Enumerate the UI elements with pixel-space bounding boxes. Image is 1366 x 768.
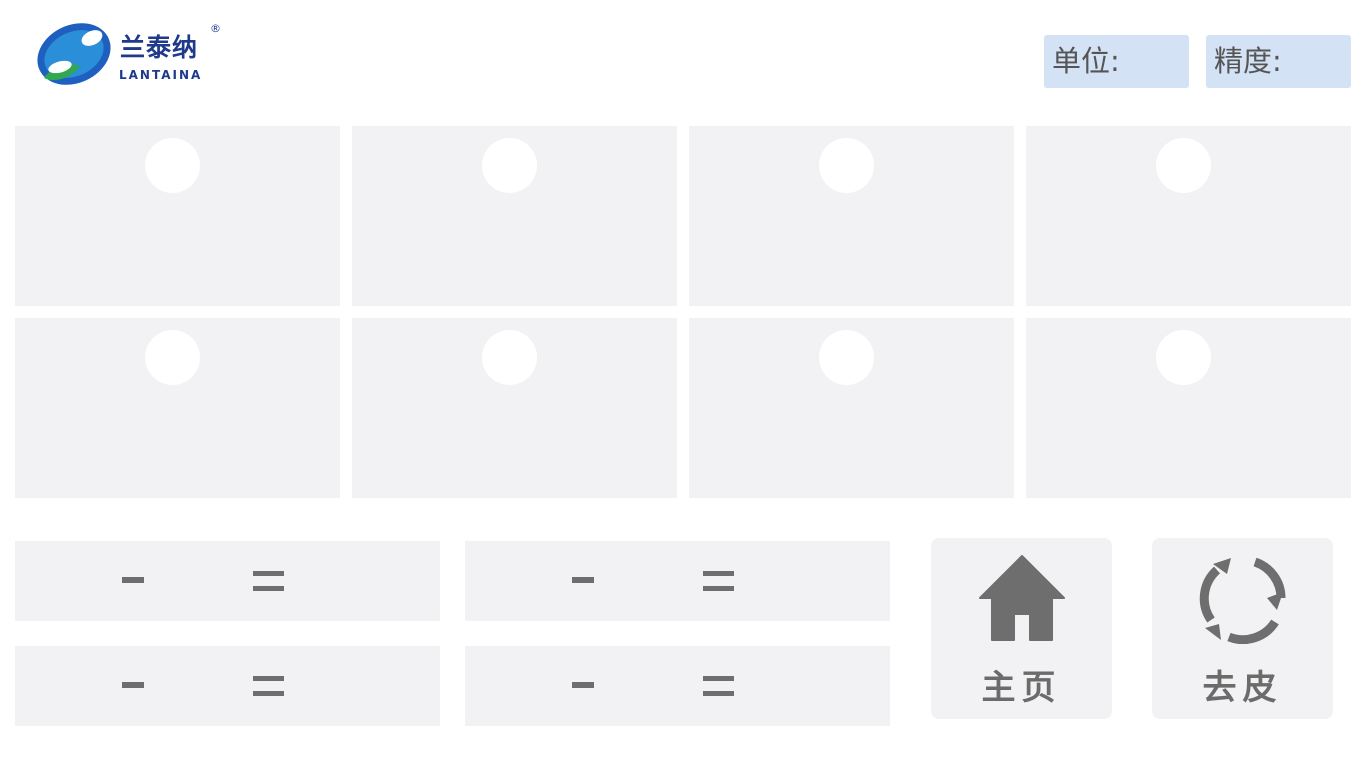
channel-cell-8[interactable] [1026,318,1351,498]
equation-row-2 [465,541,890,621]
status-indicator [482,138,537,193]
channel-cell-3[interactable] [689,126,1014,306]
status-indicator [1156,330,1211,385]
channel-cell-5[interactable] [15,318,340,498]
equals-icon [703,676,734,696]
equals-icon [253,571,284,591]
home-icon [979,555,1065,641]
channel-cell-7[interactable] [689,318,1014,498]
logo-emblem-icon [37,23,111,85]
minus-icon [572,577,594,583]
status-indicator [145,330,200,385]
home-button[interactable]: 主页 [931,538,1112,719]
logo-text-cn: 兰泰纳 [120,33,199,62]
home-button-label: 主页 [981,668,1062,708]
tare-button[interactable]: 去皮 [1152,538,1333,719]
equation-row-1 [15,541,440,621]
channel-cell-6[interactable] [352,318,677,498]
minus-icon [122,577,144,583]
channel-cell-4[interactable] [1026,126,1351,306]
registered-mark: ® [210,22,221,35]
logo-text-en: LANTAINA [119,68,203,82]
equation-row-3 [15,646,440,726]
status-indicator [145,138,200,193]
status-indicator [482,330,537,385]
equals-icon [253,676,284,696]
equation-row-4 [465,646,890,726]
status-indicator [819,330,874,385]
unit-display: 单位: [1044,35,1189,88]
status-indicator [1156,138,1211,193]
status-indicator [819,138,874,193]
minus-icon [122,682,144,688]
equals-icon [703,571,734,591]
channel-cell-1[interactable] [15,126,340,306]
brand-logo: 兰泰纳 ® LANTAINA [34,20,234,88]
channel-cell-2[interactable] [352,126,677,306]
precision-display: 精度: [1206,35,1351,88]
tare-button-label: 去皮 [1202,668,1283,708]
minus-icon [572,682,594,688]
refresh-icon [1199,557,1286,644]
